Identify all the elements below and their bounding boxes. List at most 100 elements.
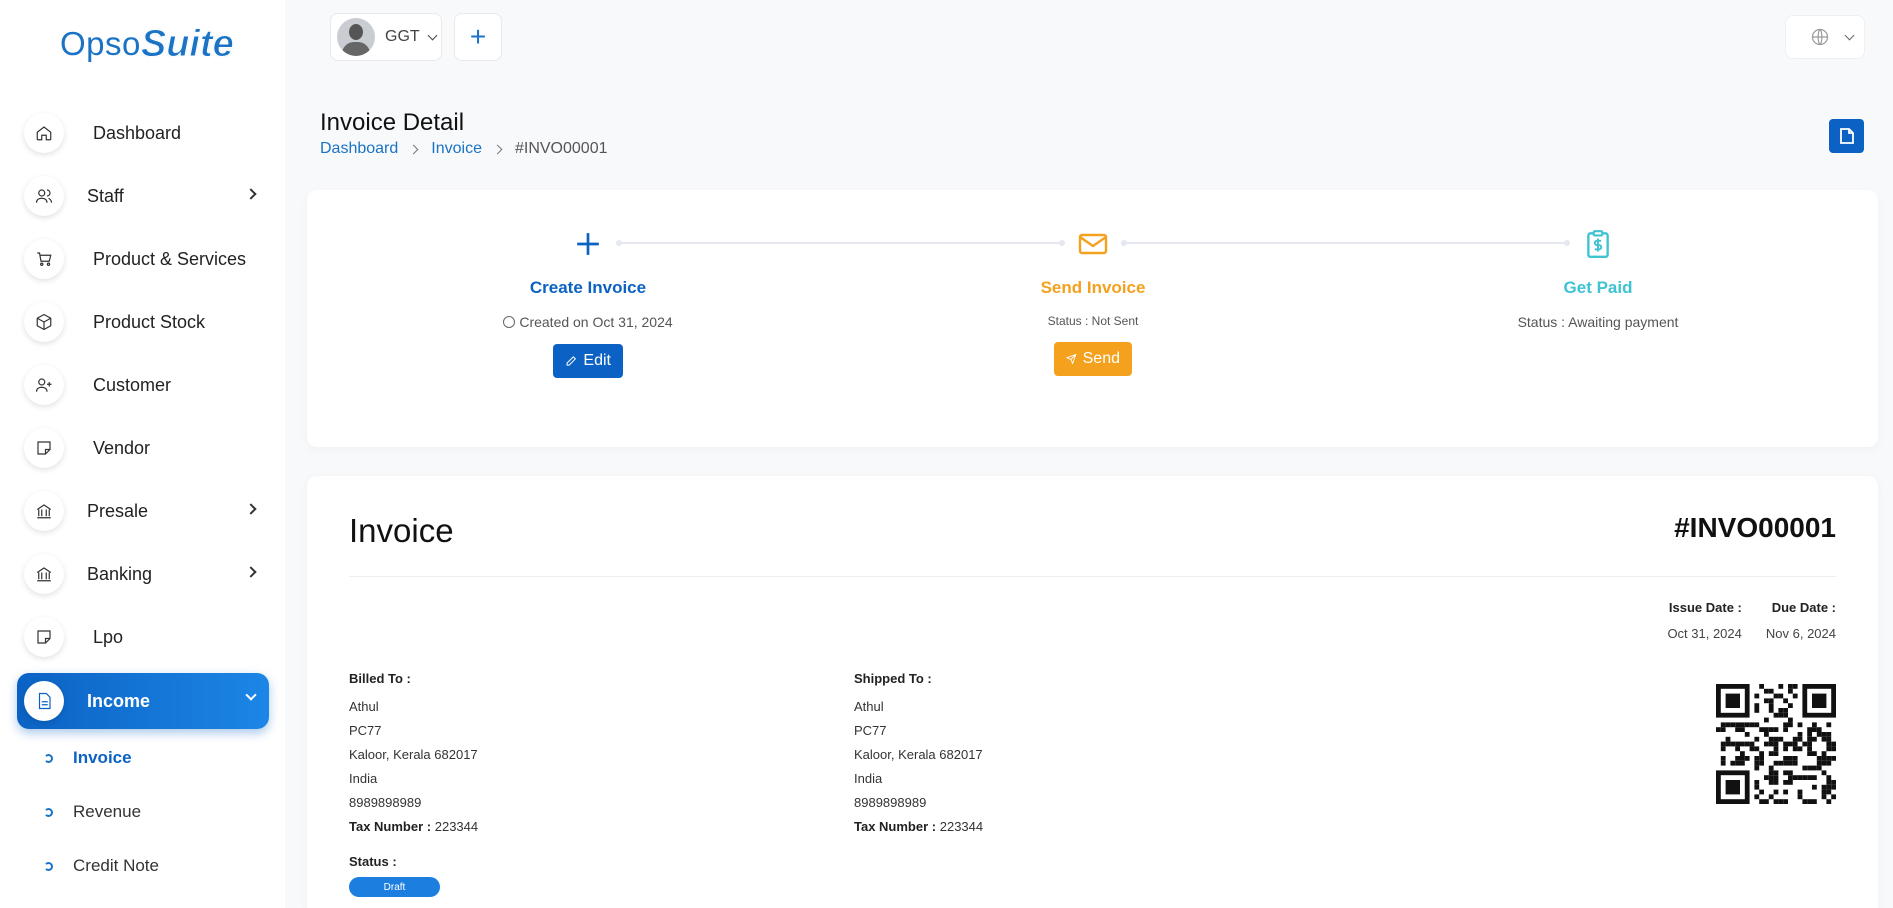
sidebar-item-label: Product & Services: [93, 248, 247, 269]
sidebar-item-staff[interactable]: Staff: [17, 168, 269, 224]
invoice-dates: Issue Date : Oct 31, 2024 Due Date : Nov…: [1643, 600, 1836, 641]
billed-address-line2: Kaloor, Kerala 682017: [349, 747, 478, 762]
sidebar: Opso Suite Dashboard Staff Product & Serv…: [0, 0, 285, 908]
envelope-icon: [1078, 233, 1108, 255]
sidebar-item-vendor[interactable]: Vendor: [17, 420, 269, 476]
breadcrumb-dashboard[interactable]: Dashboard: [320, 140, 398, 158]
bullet-icon: [44, 753, 53, 763]
issue-date: Issue Date : Oct 31, 2024: [1667, 600, 1741, 641]
payment-status: Status : Awaiting payment: [1517, 314, 1679, 330]
sidebar-item-label: Presale: [87, 500, 149, 521]
sidebar-item-income[interactable]: Income: [17, 673, 269, 729]
due-date: Due Date : Nov 6, 2024: [1766, 600, 1836, 641]
step-title: Get Paid: [1563, 278, 1633, 297]
home-icon: [24, 113, 64, 153]
billed-country: India: [349, 771, 378, 786]
qr-code: [1716, 684, 1836, 804]
add-button[interactable]: +: [454, 13, 502, 61]
sidebar-item-presale[interactable]: Presale: [17, 483, 269, 539]
note-icon: [24, 617, 64, 657]
sidebar-subitem-invoice[interactable]: Invoice: [44, 743, 132, 773]
company-switcher[interactable]: GGT: [330, 13, 442, 61]
created-date: Created on Oct 31, 2024: [519, 314, 673, 330]
sidebar-item-label: Product Stock: [93, 311, 206, 332]
invoice-document-card: Invoice #INVO00001 Issue Date : Oct 31, …: [307, 476, 1878, 908]
sidebar-item-product-services[interactable]: Product & Services: [17, 231, 269, 287]
shipped-country: India: [854, 771, 883, 786]
language-selector[interactable]: [1785, 15, 1865, 59]
send-icon: [1066, 353, 1077, 365]
sidebar-subitem-label: Revenue: [73, 802, 142, 821]
billed-tax: Tax Number : 223344: [349, 819, 479, 834]
invoice-heading: Invoice: [349, 512, 454, 549]
sidebar-item-label: Income: [87, 690, 151, 711]
sidebar-subitem-label: Credit Note: [73, 856, 159, 875]
send-status: Status : Not Sent: [1047, 314, 1139, 328]
status-badge: Draft: [349, 877, 440, 897]
chevron-down-icon: [427, 30, 438, 40]
cart-icon: [24, 239, 64, 279]
users-icon: [24, 176, 64, 216]
sidebar-item-label: Dashboard: [93, 122, 182, 143]
file-icon: [24, 681, 64, 721]
billed-phone: 8989898989: [349, 795, 422, 810]
app-logo[interactable]: Opso Suite: [60, 16, 234, 72]
bullet-icon: [44, 861, 53, 871]
issue-date-label: Issue Date :: [1668, 600, 1742, 615]
note-icon: [24, 428, 64, 468]
document-icon: [1839, 128, 1854, 144]
bank-icon: [24, 554, 64, 594]
sidebar-subitem-revenue[interactable]: Revenue: [44, 797, 141, 827]
chevron-down-icon: [245, 689, 257, 701]
shipped-phone: 8989898989: [854, 795, 927, 810]
download-document-button[interactable]: [1829, 119, 1864, 153]
billed-name: Athul: [349, 699, 379, 714]
globe-icon: [1811, 28, 1829, 46]
invoice-progress-card: Create Invoice Created on Oct 31, 2024 E…: [307, 190, 1878, 447]
shipped-address-line1: PC77: [854, 723, 887, 738]
company-name: GGT: [385, 28, 420, 45]
sidebar-subitem-credit-note[interactable]: Credit Note: [44, 851, 159, 881]
sidebar-item-customer[interactable]: Customer: [17, 357, 269, 413]
step-info: Created on Oct 31, 2024: [438, 314, 738, 330]
sidebar-item-label: Banking: [87, 563, 153, 584]
breadcrumb-current: #INVO00001: [514, 140, 608, 157]
sidebar-item-label: Staff: [87, 185, 124, 206]
step-title: Send Invoice: [1040, 278, 1146, 297]
sidebar-item-lpo[interactable]: Lpo: [17, 609, 269, 665]
billed-to-heading: Billed To :: [349, 671, 411, 686]
divider: [349, 576, 1836, 577]
chevron-right-icon: [408, 144, 419, 154]
billed-to: Billed To : Athul PC77 Kaloor, Kerala 68…: [349, 671, 478, 839]
chevron-right-icon: [245, 566, 257, 578]
shipped-to-heading: Shipped To :: [854, 671, 932, 686]
page-title: Invoice Detail: [320, 109, 465, 136]
plus-icon: [577, 233, 599, 255]
chevron-down-icon: [1844, 30, 1855, 40]
sidebar-item-label: Vendor: [93, 437, 151, 458]
bank-icon: [24, 491, 64, 531]
box-icon: [24, 302, 64, 342]
status-label: Status :: [349, 854, 397, 869]
user-plus-icon: [24, 365, 64, 405]
shipped-name: Athul: [854, 699, 884, 714]
invoice-number: #INVO00001: [1674, 512, 1836, 543]
sidebar-item-dashboard[interactable]: Dashboard: [17, 105, 269, 161]
issue-date-value: Oct 31, 2024: [1667, 626, 1742, 641]
step-send-invoice: Send Invoice Status : Not Sent Send: [943, 224, 1243, 376]
due-date-value: Nov 6, 2024: [1765, 626, 1836, 641]
avatar: [337, 18, 375, 56]
sidebar-item-label: Lpo: [93, 626, 124, 647]
step-get-paid: Get Paid Status : Awaiting payment: [1448, 224, 1748, 330]
sidebar-item-banking[interactable]: Banking: [17, 546, 269, 602]
breadcrumb-invoice[interactable]: Invoice: [431, 140, 482, 158]
send-button[interactable]: Send: [1054, 342, 1132, 376]
chevron-right-icon: [245, 188, 257, 200]
step-title: Create Invoice: [529, 278, 647, 297]
edit-button[interactable]: Edit: [553, 344, 623, 378]
sidebar-subitem-label: Invoice: [73, 748, 132, 767]
sidebar-item-product-stock[interactable]: Product Stock: [17, 294, 269, 350]
bullet-icon: [44, 807, 53, 817]
billed-address-line1: PC77: [349, 723, 382, 738]
shipped-to: Shipped To : Athul PC77 Kaloor, Kerala 6…: [854, 671, 983, 839]
